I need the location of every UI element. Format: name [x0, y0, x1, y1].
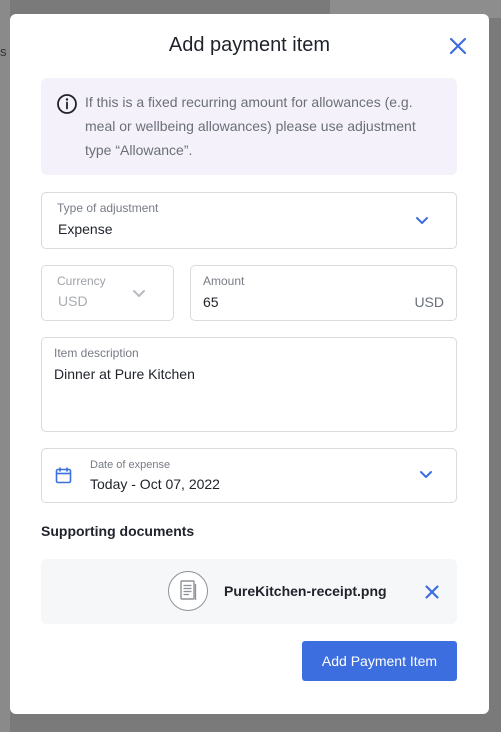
currency-select[interactable]: Currency USD — [41, 265, 174, 321]
info-banner: If this is a fixed recurring amount for … — [41, 78, 457, 175]
document-icon — [179, 579, 196, 600]
close-icon — [425, 585, 439, 599]
amount-field[interactable]: Amount 65 USD — [190, 265, 457, 321]
chevron-down-icon — [420, 471, 432, 478]
close-icon — [449, 37, 467, 55]
file-thumbnail — [168, 571, 208, 611]
type-of-adjustment-select[interactable]: Type of adjustment Expense — [41, 192, 457, 249]
date-of-expense-picker[interactable]: Date of expense Today - Oct 07, 2022 — [41, 448, 457, 503]
add-payment-item-modal: Add payment item If this is a fixed recu… — [10, 14, 489, 714]
calendar-icon — [55, 467, 72, 484]
close-button[interactable] — [447, 35, 469, 57]
item-description-field[interactable]: Item description Dinner at Pure Kitchen — [41, 337, 457, 432]
amount-unit: USD — [414, 294, 444, 310]
chevron-down-icon — [133, 290, 145, 297]
item-description-value: Dinner at Pure Kitchen — [54, 366, 195, 382]
chevron-down-icon — [416, 217, 428, 224]
type-of-adjustment-value: Expense — [58, 221, 113, 237]
remove-file-button[interactable] — [424, 584, 440, 600]
type-of-adjustment-label: Type of adjustment — [57, 201, 159, 215]
modal-title: Add payment item — [168, 34, 331, 56]
currency-value: USD — [58, 293, 88, 309]
supporting-documents-title: Supporting documents — [41, 523, 195, 539]
add-payment-item-button[interactable]: Add Payment Item — [302, 641, 457, 681]
amount-value: 65 — [203, 294, 219, 310]
date-of-expense-value: Today - Oct 07, 2022 — [90, 476, 220, 492]
file-name: PureKitchen-receipt.png — [224, 583, 387, 599]
currency-label: Currency — [57, 274, 106, 288]
date-of-expense-label: Date of expense — [90, 459, 171, 471]
uploaded-file-item: PureKitchen-receipt.png — [41, 559, 457, 624]
info-circle-icon — [57, 94, 77, 114]
amount-label: Amount — [203, 274, 245, 288]
item-description-label: Item description — [54, 346, 139, 360]
backdrop-left — [0, 0, 10, 732]
info-text: If this is a fixed recurring amount for … — [85, 94, 416, 158]
